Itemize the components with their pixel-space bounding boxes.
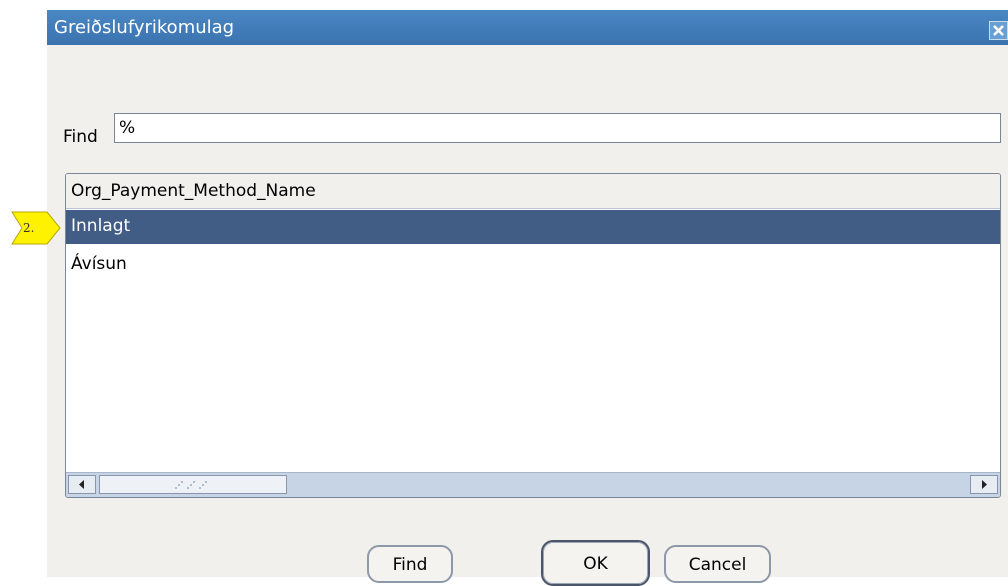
grip-icon: [175, 481, 207, 489]
column-header-label: Org_Payment_Method_Name: [71, 181, 316, 201]
find-input[interactable]: [114, 113, 1001, 143]
arrow-right-icon: [982, 480, 987, 489]
list-item[interactable]: Ávísun: [66, 248, 1000, 282]
scroll-right-button[interactable]: [970, 475, 998, 494]
arrow-left-icon: [79, 480, 84, 489]
dialog-window: Greiðslufyrikomulag Find Org_Payment_Met…: [47, 10, 1008, 586]
step-marker-label: 2.: [23, 221, 35, 235]
cancel-button[interactable]: Cancel: [664, 545, 771, 583]
list-item-label: Innlagt: [71, 216, 131, 236]
scroll-left-button[interactable]: [68, 475, 96, 494]
dialog-title: Greiðslufyrikomulag: [54, 17, 235, 38]
column-header[interactable]: Org_Payment_Method_Name: [66, 174, 1000, 209]
results-list: Org_Payment_Method_Name Innlagt Ávísun: [65, 173, 1001, 498]
find-button[interactable]: Find: [367, 545, 453, 583]
horizontal-scrollbar[interactable]: [66, 472, 1000, 497]
find-button-label: Find: [392, 555, 428, 575]
cancel-button-label: Cancel: [688, 555, 747, 575]
title-bar: Greiðslufyrikomulag: [47, 10, 1008, 45]
scroll-thumb[interactable]: [99, 475, 287, 494]
list-item-label: Ávísun: [71, 254, 127, 274]
close-button[interactable]: [989, 21, 1008, 40]
list-item[interactable]: Innlagt: [66, 210, 1000, 244]
ok-button-label: OK: [583, 554, 608, 574]
ok-button[interactable]: OK: [541, 540, 650, 586]
step-marker-icon: [11, 211, 61, 245]
close-icon: [993, 25, 1004, 36]
find-label: Find: [63, 127, 98, 147]
